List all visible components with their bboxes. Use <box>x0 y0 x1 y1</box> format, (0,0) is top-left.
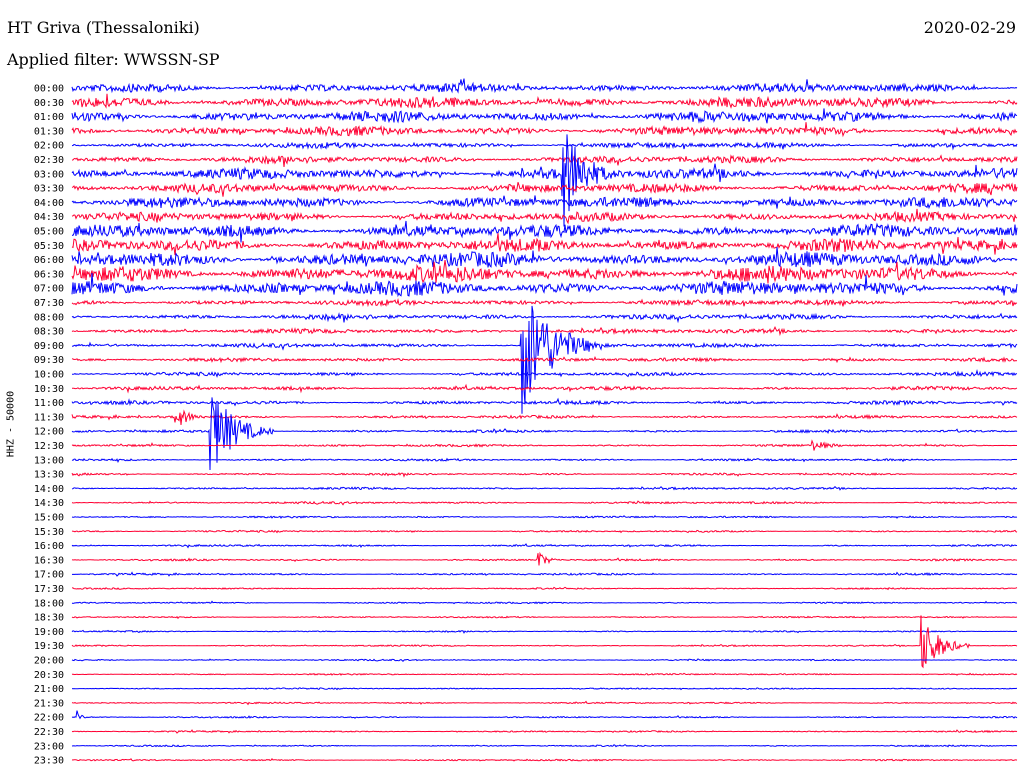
row-label: 19:00 <box>34 627 64 638</box>
trace-line <box>71 551 1018 566</box>
trace-line <box>71 154 1018 168</box>
trace-line <box>71 356 1018 364</box>
trace-line <box>71 615 1018 669</box>
trace-line <box>71 629 1018 634</box>
row-label: 20:30 <box>34 670 64 681</box>
row-label: 09:00 <box>34 341 64 352</box>
row-label: 03:30 <box>34 184 64 195</box>
row-label: 01:30 <box>34 126 64 137</box>
trace-line <box>71 195 1018 210</box>
trace-line <box>71 744 1018 748</box>
trace-line <box>71 208 1018 225</box>
row-label: 05:00 <box>34 227 64 238</box>
row-label: 23:30 <box>34 756 64 767</box>
trace-line <box>71 397 1018 471</box>
trace-line <box>71 672 1018 676</box>
row-label: 13:00 <box>34 455 64 466</box>
row-label: 12:30 <box>34 441 64 452</box>
row-label: 16:30 <box>34 555 64 566</box>
row-label: 14:30 <box>34 498 64 509</box>
row-label: 02:30 <box>34 155 64 166</box>
trace-line <box>71 515 1018 519</box>
row-label: 23:00 <box>34 741 64 752</box>
row-label: 06:00 <box>34 255 64 266</box>
row-label: 10:00 <box>34 370 64 381</box>
trace-line <box>72 383 1018 394</box>
row-label: 01:00 <box>34 112 64 123</box>
row-label: 09:30 <box>34 355 64 366</box>
trace-line <box>71 500 1018 506</box>
trace-line <box>71 571 1018 577</box>
row-label: 18:00 <box>34 598 64 609</box>
row-label: 17:00 <box>34 570 64 581</box>
row-label: 19:30 <box>34 641 64 652</box>
trace-line <box>71 472 1018 478</box>
trace-line <box>71 700 1018 706</box>
row-label: 12:00 <box>34 427 64 438</box>
row-label: 21:30 <box>34 698 64 709</box>
row-label: 07:00 <box>34 284 64 295</box>
row-label: 13:30 <box>34 470 64 481</box>
trace-line <box>71 397 1018 407</box>
traces <box>71 78 1018 762</box>
trace-line <box>71 757 1018 762</box>
trace-line <box>71 486 1018 491</box>
trace-line <box>71 312 1018 324</box>
row-label: 17:30 <box>34 584 64 595</box>
row-label: 21:00 <box>34 684 64 695</box>
trace-line <box>71 368 1017 378</box>
row-label: 04:30 <box>34 212 64 223</box>
row-label: 07:30 <box>34 298 64 309</box>
trace-line <box>71 439 1017 451</box>
row-label: 16:00 <box>34 541 64 552</box>
trace-line <box>71 600 1018 605</box>
row-label: 11:00 <box>34 398 64 409</box>
trace-line <box>71 615 1018 620</box>
trace-line <box>71 729 1018 734</box>
trace-line <box>71 326 1018 337</box>
row-label: 18:30 <box>34 613 64 624</box>
row-label: 02:00 <box>34 141 64 152</box>
trace-line <box>71 298 1018 308</box>
row-label: 15:00 <box>34 513 64 524</box>
trace-line <box>71 134 1018 227</box>
row-label: 20:00 <box>34 656 64 667</box>
trace-line <box>71 543 1018 549</box>
row-label: 08:00 <box>34 312 64 323</box>
trace-line <box>71 529 1018 534</box>
row-label: 00:00 <box>34 84 64 95</box>
trace-line <box>71 182 1018 197</box>
trace-line <box>71 457 1018 464</box>
row-label: 04:00 <box>34 198 64 209</box>
row-label: 10:30 <box>34 384 64 395</box>
trace-line <box>71 658 1018 663</box>
time-labels: 00:00 00:30 01:00 01:30 02:00 02:30 03:00 03:30… <box>34 84 64 767</box>
row-label: 22:00 <box>34 713 64 724</box>
trace-line <box>71 78 1018 94</box>
trace-line <box>71 108 1018 124</box>
row-label: 08:30 <box>34 327 64 338</box>
row-label: 00:30 <box>34 98 64 109</box>
row-label: 11:30 <box>34 412 64 423</box>
row-label: 22:30 <box>34 727 64 738</box>
trace-line <box>71 710 1018 720</box>
trace-line <box>71 93 1018 109</box>
row-label: 05:30 <box>34 241 64 252</box>
row-label: 03:00 <box>34 169 64 180</box>
helicorder-chart: 00:00 00:30 01:00 01:30 02:00 02:30 03:00 03:30… <box>34 78 1018 767</box>
row-label: 15:30 <box>34 527 64 538</box>
trace-line <box>71 141 1018 151</box>
trace-line <box>71 122 1018 138</box>
trace-line <box>71 687 1017 691</box>
row-label: 06:30 <box>34 269 64 280</box>
trace-line <box>71 260 1018 284</box>
trace-line <box>72 586 1018 591</box>
row-label: 14:00 <box>34 484 64 495</box>
